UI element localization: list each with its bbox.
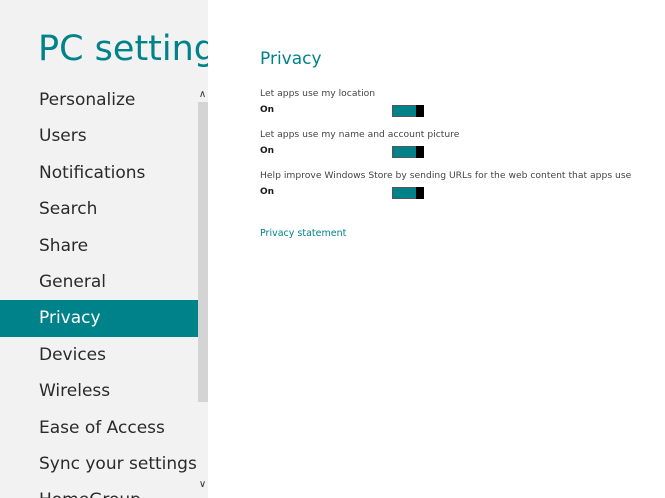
setting-location: Let apps use my location On [260,88,650,117]
sidebar-item-ease-of-access[interactable]: Ease of Access [0,410,198,446]
chevron-up-icon[interactable]: ∧ [197,88,208,102]
name-picture-toggle[interactable] [392,146,424,158]
main-content: Privacy Let apps use my location On Let … [260,48,650,239]
sidebar-item-privacy[interactable]: Privacy [0,300,198,337]
sidebar-scrollbar[interactable]: ∧ ∨ [197,82,208,498]
location-toggle[interactable] [392,105,424,117]
setting-store-urls: Help improve Windows Store by sending UR… [260,170,650,199]
sidebar: PC settings Personalize Users Notificati… [0,0,208,498]
setting-state: On [260,187,275,197]
setting-label: Help improve Windows Store by sending UR… [260,170,632,181]
setting-label: Let apps use my name and account picture [260,129,460,140]
sidebar-item-homegroup[interactable]: HomeGroup [0,482,198,498]
privacy-statement-link[interactable]: Privacy statement [260,228,346,239]
store-urls-toggle[interactable] [392,187,424,199]
sidebar-item-sync-your-settings[interactable]: Sync your settings [0,446,198,482]
sidebar-item-wireless[interactable]: Wireless [0,373,198,409]
sidebar-item-personalize[interactable]: Personalize [0,82,198,118]
setting-state: On [260,146,275,156]
page-title: Privacy [260,49,322,69]
app-title: PC settings [38,29,208,69]
nav-list: Personalize Users Notifications Search S… [0,82,198,498]
sidebar-item-search[interactable]: Search [0,191,198,227]
setting-label: Let apps use my location [260,88,376,99]
chevron-down-icon[interactable]: ∨ [197,478,208,492]
sidebar-item-devices[interactable]: Devices [0,337,198,373]
toggle-thumb [416,187,424,199]
sidebar-item-share[interactable]: Share [0,228,198,264]
scroll-track[interactable] [198,102,208,480]
sidebar-item-users[interactable]: Users [0,118,198,154]
toggle-thumb [416,105,424,117]
sidebar-item-notifications[interactable]: Notifications [0,155,198,191]
setting-state: On [260,105,275,115]
sidebar-item-general[interactable]: General [0,264,198,300]
scroll-thumb[interactable] [198,102,208,402]
toggle-thumb [416,146,424,158]
setting-name-picture: Let apps use my name and account picture… [260,129,650,158]
